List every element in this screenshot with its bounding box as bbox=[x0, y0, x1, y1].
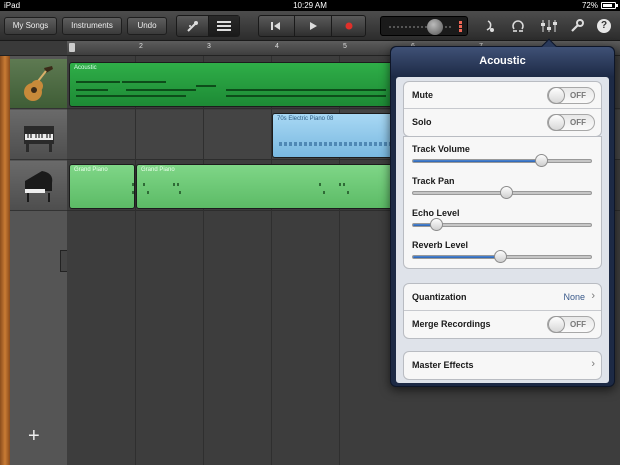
slider-thumb[interactable] bbox=[535, 154, 549, 167]
master-effects-group: Master Effects › bbox=[403, 351, 602, 380]
slider-thumb[interactable] bbox=[499, 186, 513, 199]
mute-solo-group: Mute OFF Solo OFF bbox=[403, 81, 602, 137]
playhead[interactable] bbox=[69, 43, 75, 52]
mixer-icon[interactable] bbox=[540, 18, 557, 34]
popover-body: Mute OFF Solo OFF Track Volume Track Pan… bbox=[396, 77, 609, 383]
play-icon[interactable] bbox=[295, 16, 330, 36]
merge-recordings-label: Merge Recordings bbox=[412, 319, 491, 329]
track-pan-row: Track Pan bbox=[404, 171, 601, 203]
add-track-button[interactable]: + bbox=[28, 426, 40, 446]
region-acoustic[interactable]: Acoustic bbox=[69, 62, 399, 107]
quantization-row[interactable]: Quantization None › bbox=[404, 284, 601, 311]
recording-options-group: Quantization None › Merge Recordings OFF bbox=[403, 283, 602, 339]
mute-switch[interactable]: OFF bbox=[547, 87, 595, 104]
metronome-icon[interactable] bbox=[482, 18, 498, 34]
master-volume-slider[interactable] bbox=[380, 16, 468, 36]
reverb-level-slider[interactable] bbox=[412, 250, 592, 263]
region-grand-piano-2[interactable]: Grand Piano bbox=[136, 164, 399, 209]
solo-switch-state: OFF bbox=[570, 118, 586, 127]
mute-switch-state: OFF bbox=[570, 91, 586, 100]
slider-thumb[interactable] bbox=[430, 218, 444, 231]
garageband-screen: iPad 10:29 AM 72% My Songs Instruments U… bbox=[0, 0, 620, 465]
slider-thumb[interactable] bbox=[494, 250, 508, 263]
ruler-corner bbox=[0, 41, 67, 56]
region-grand-piano-1[interactable]: Grand Piano bbox=[69, 164, 135, 209]
waveform bbox=[279, 142, 392, 146]
transport-controls bbox=[258, 15, 366, 37]
quantization-value: None bbox=[563, 292, 585, 302]
merge-switch-state: OFF bbox=[570, 320, 586, 329]
reverb-level-row: Reverb Level bbox=[404, 235, 601, 267]
grand-piano-icon bbox=[25, 171, 53, 202]
record-icon[interactable] bbox=[332, 16, 365, 36]
region-label: Grand Piano bbox=[141, 167, 175, 173]
levels-group: Track Volume Track Pan Echo Level Reverb… bbox=[403, 136, 602, 269]
midi-notes bbox=[76, 75, 392, 106]
quantization-label: Quantization bbox=[412, 292, 467, 302]
settings-wrench-icon[interactable] bbox=[569, 18, 585, 34]
track-volume-slider[interactable] bbox=[412, 154, 592, 167]
midi-notes bbox=[76, 177, 134, 208]
reverb-level-label: Reverb Level bbox=[412, 240, 469, 250]
echo-level-label: Echo Level bbox=[412, 208, 460, 218]
region-electric-piano[interactable]: 70s Electric Piano 08 bbox=[272, 113, 399, 158]
track-volume-row: Track Volume bbox=[404, 139, 601, 171]
toolbar: My Songs Instruments Undo ? bbox=[0, 11, 620, 41]
track-pan-label: Track Pan bbox=[412, 176, 455, 186]
my-songs-button[interactable]: My Songs bbox=[4, 17, 57, 35]
volume-knob[interactable] bbox=[427, 19, 443, 35]
chevron-right-icon: › bbox=[591, 358, 595, 370]
mute-label: Mute bbox=[412, 90, 433, 100]
battery-icon bbox=[601, 2, 618, 9]
bar-number: 4 bbox=[275, 43, 279, 50]
status-bar: iPad 10:29 AM 72% bbox=[0, 0, 620, 11]
status-time: 10:29 AM bbox=[293, 1, 327, 10]
chevron-right-icon: › bbox=[591, 290, 595, 302]
level-meter bbox=[459, 21, 462, 33]
instrument-view-icon[interactable] bbox=[177, 16, 208, 36]
bar-number: 5 bbox=[343, 43, 347, 50]
rewind-icon[interactable] bbox=[259, 16, 293, 36]
echo-level-slider[interactable] bbox=[412, 218, 592, 231]
wood-side-panel bbox=[0, 56, 10, 465]
mute-row: Mute OFF bbox=[404, 82, 601, 109]
merge-recordings-row: Merge Recordings OFF bbox=[404, 311, 601, 338]
volume-track bbox=[389, 26, 453, 28]
battery-percent: 72% bbox=[581, 1, 598, 10]
region-label: Grand Piano bbox=[74, 167, 108, 173]
solo-row: Solo OFF bbox=[404, 109, 601, 136]
undo-button[interactable]: Undo bbox=[127, 17, 167, 35]
track-pan-slider[interactable] bbox=[412, 186, 592, 199]
view-toggle bbox=[176, 15, 240, 37]
solo-label: Solo bbox=[412, 117, 432, 127]
bar-number: 3 bbox=[207, 43, 211, 50]
region-label: 70s Electric Piano 08 bbox=[277, 116, 334, 122]
region-label: Acoustic bbox=[74, 65, 97, 71]
track-volume-label: Track Volume bbox=[412, 144, 470, 154]
help-icon[interactable]: ? bbox=[597, 19, 611, 33]
electric-piano-icon bbox=[24, 126, 54, 152]
midi-notes bbox=[143, 177, 392, 208]
tracks-view-icon[interactable] bbox=[209, 16, 239, 36]
loop-icon[interactable] bbox=[510, 18, 526, 34]
track-settings-popover: Acoustic Mute OFF Solo OFF Track Volume … bbox=[390, 38, 615, 387]
acoustic-guitar-icon bbox=[24, 66, 53, 101]
solo-switch[interactable]: OFF bbox=[547, 114, 595, 131]
master-effects-row[interactable]: Master Effects › bbox=[404, 352, 601, 379]
instruments-button[interactable]: Instruments bbox=[62, 17, 122, 35]
track-header-electric-piano[interactable] bbox=[10, 110, 67, 160]
track-header-acoustic[interactable] bbox=[10, 59, 67, 109]
master-effects-label: Master Effects bbox=[412, 360, 474, 370]
popover-title: Acoustic bbox=[391, 47, 614, 76]
bar-number: 2 bbox=[139, 43, 143, 50]
track-header-grand-piano[interactable] bbox=[10, 161, 67, 211]
merge-recordings-switch[interactable]: OFF bbox=[547, 316, 595, 333]
echo-level-row: Echo Level bbox=[404, 203, 601, 235]
